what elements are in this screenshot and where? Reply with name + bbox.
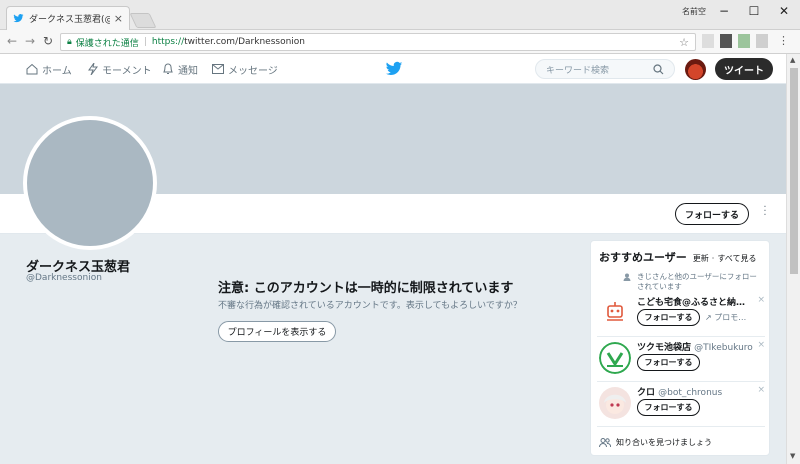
nav-moments[interactable]: モーメント — [88, 54, 152, 84]
nav-home[interactable]: ホーム — [26, 54, 72, 84]
home-icon — [26, 63, 38, 75]
promoted-icon: ↗ — [705, 313, 712, 322]
lightning-icon — [88, 63, 98, 75]
recommended-user-name[interactable]: ツクモ池袋店 @TIkebukuro — [637, 340, 753, 353]
nav-notifications-label: 通知 — [178, 65, 198, 77]
tab-close-icon[interactable]: × — [114, 12, 123, 25]
recommended-user-avatar[interactable] — [599, 342, 631, 374]
close-window-button[interactable]: ✕ — [770, 2, 798, 20]
maximize-button[interactable]: ☐ — [740, 2, 768, 20]
nav-moments-label: モーメント — [102, 65, 152, 77]
recommended-user-avatar[interactable] — [599, 387, 631, 419]
search-icon[interactable] — [653, 63, 664, 75]
new-tab-button[interactable] — [129, 13, 157, 28]
refresh-link[interactable]: 更新 — [693, 253, 709, 264]
link-separator: · — [711, 254, 715, 263]
browser-chrome: ダークネス玉葱君(@Darkness × 名前空 − ☐ ✕ ← → ↻ 🔒︎ … — [0, 0, 800, 54]
scrollbar-thumb[interactable] — [790, 68, 798, 274]
nav-notifications[interactable]: 通知 — [162, 54, 198, 84]
find-friends-label: 知り合いを見つけましょう — [616, 438, 712, 447]
find-friends-link[interactable]: 知り合いを見つけましょう — [599, 437, 712, 448]
twitter-topnav: ホーム モーメント 通知 メッセージ キーワード検索 ツイート — [0, 54, 786, 84]
promoted-label: ↗ プロモ… — [705, 313, 747, 322]
url-scheme: https:// — [151, 37, 185, 47]
nav-home-label: ホーム — [42, 65, 72, 77]
show-profile-button[interactable]: プロフィールを表示する — [218, 321, 336, 342]
recommended-user: こども宅食@ふるさと納… フォローする ↗ プロモ… × — [597, 293, 765, 337]
nav-messages-label: メッセージ — [228, 65, 278, 77]
recommended-follow-button[interactable]: フォローする — [637, 399, 700, 416]
window-user-label: 名前空 — [682, 7, 706, 16]
nav-messages[interactable]: メッセージ — [212, 54, 278, 84]
dismiss-icon[interactable]: × — [757, 340, 765, 350]
people-icon — [599, 438, 611, 447]
follow-button[interactable]: フォローする — [675, 203, 749, 225]
url-text: twitter.com/Darknessonion — [184, 37, 305, 47]
account-avatar[interactable] — [685, 59, 706, 80]
recommended-user: クロ @bot_chronus フォローする × — [597, 383, 765, 427]
extension-icon[interactable] — [756, 34, 768, 48]
recommended-user-avatar[interactable] — [599, 297, 631, 329]
reload-icon[interactable]: ↻ — [40, 33, 56, 49]
secure-label: 保護された通信 — [75, 38, 139, 49]
shop-logo-icon — [599, 342, 631, 374]
extension-icon[interactable] — [720, 34, 732, 48]
twitter-bird-icon — [13, 14, 24, 23]
recommended-follow-button[interactable]: フォローする — [637, 354, 700, 371]
profile-avatar — [23, 116, 157, 250]
omnibox-divider: | — [143, 37, 147, 47]
search-placeholder: キーワード検索 — [546, 65, 610, 76]
tweet-button[interactable]: ツイート — [715, 58, 773, 80]
dismiss-icon[interactable]: × — [757, 385, 765, 395]
toolbar: ← → ↻ 🔒︎ 保護された通信 | https:// twitter.com/… — [0, 30, 800, 54]
restriction-notice-title: 注意: このアカウントは一時的に制限されています — [218, 281, 514, 296]
search-input[interactable]: キーワード検索 — [535, 59, 675, 79]
who-to-follow-panel: おすすめユーザー 更新 · すべて見る きじさんと他のユーザーにフォローされてい… — [590, 240, 770, 456]
restriction-notice-subtitle: 不審な行為が確認されているアカウントです。表示してもよろしいですか？ — [218, 301, 522, 311]
browser-tab[interactable]: ダークネス玉葱君(@Darkness × — [6, 6, 130, 30]
scroll-up-icon[interactable]: ▲ — [790, 56, 795, 64]
who-to-follow-header: おすすめユーザー 更新 · すべて見る — [599, 249, 756, 265]
forward-icon[interactable]: → — [22, 33, 38, 49]
minimize-button[interactable]: − — [710, 2, 738, 20]
recommended-follow-button[interactable]: フォローする — [637, 309, 700, 326]
who-to-follow-title: おすすめユーザー — [599, 251, 687, 264]
bookmark-star-icon[interactable]: ☆ — [679, 36, 689, 49]
anime-avatar-icon — [599, 387, 631, 419]
twitter-logo-icon[interactable] — [385, 61, 403, 77]
recommended-user: ツクモ池袋店 @TIkebukuro フォローする × — [597, 338, 765, 382]
envelope-icon — [212, 64, 224, 74]
back-icon[interactable]: ← — [4, 33, 20, 49]
dismiss-icon[interactable]: × — [757, 295, 765, 305]
tab-strip: ダークネス玉葱君(@Darkness × 名前空 − ☐ ✕ — [0, 0, 800, 30]
page-scrollbar[interactable]: ▲ ▼ — [786, 54, 800, 464]
more-options-icon[interactable]: · · · — [762, 203, 768, 221]
person-icon — [623, 273, 631, 281]
recommended-user-name[interactable]: こども宅食@ふるさと納… — [637, 295, 753, 308]
scroll-down-icon[interactable]: ▼ — [790, 452, 795, 460]
lock-icon: 🔒︎ — [67, 37, 72, 47]
extension-icon[interactable] — [738, 34, 750, 48]
robot-logo-icon — [599, 297, 631, 329]
recommended-user-name[interactable]: クロ @bot_chronus — [637, 385, 753, 398]
browser-menu-icon[interactable]: ⋮ — [778, 34, 789, 48]
view-all-link[interactable]: すべて見る — [717, 253, 756, 264]
tab-title: ダークネス玉葱君(@Darkness — [29, 15, 110, 25]
address-bar[interactable]: 🔒︎ 保護された通信 | https:// twitter.com/Darkne… — [60, 33, 696, 51]
bell-icon — [163, 63, 173, 74]
social-context: きじさんと他のユーザーにフォローされています — [637, 272, 757, 291]
extension-icon[interactable] — [702, 34, 714, 48]
profile-handle: @Darknessonion — [26, 273, 102, 283]
